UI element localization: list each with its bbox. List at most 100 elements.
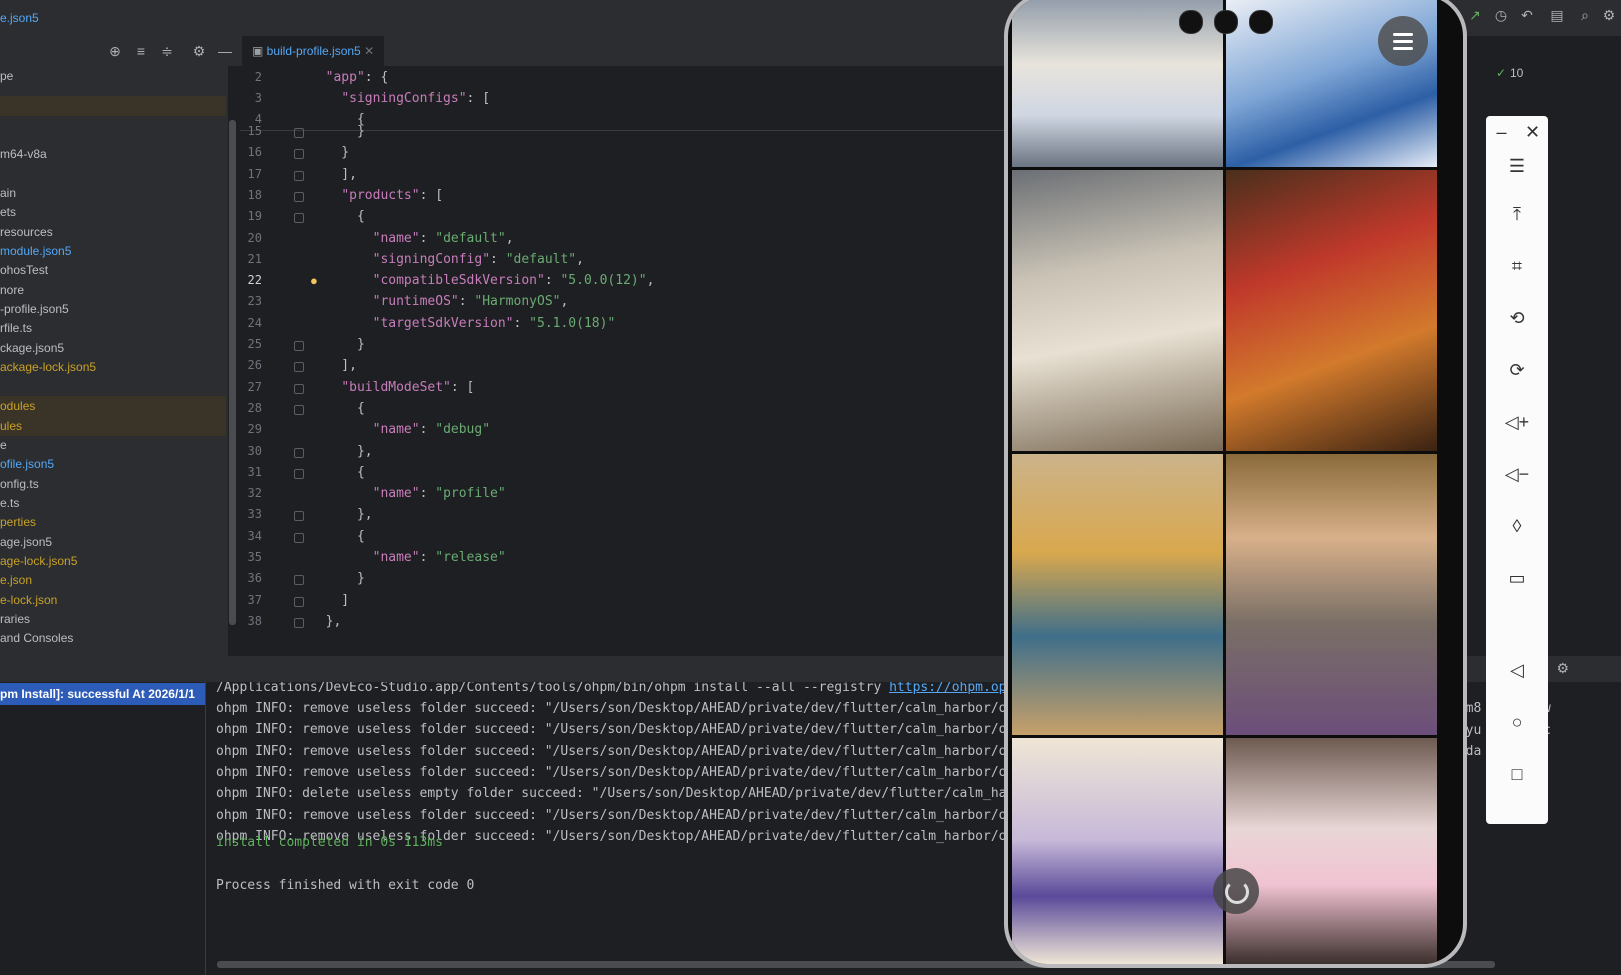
tree-item[interactable]: ets bbox=[0, 202, 16, 222]
tree-item[interactable]: raries bbox=[0, 609, 30, 629]
code-line: } bbox=[310, 145, 350, 161]
vcs-push-icon[interactable]: ↗ bbox=[1466, 6, 1484, 24]
photo-golden-crown[interactable] bbox=[1012, 454, 1223, 735]
line-number: 29 bbox=[247, 422, 262, 437]
fold-marker-icon[interactable] bbox=[294, 532, 304, 543]
code-line: "compatibleSdkVersion": "5.0.0(12)", bbox=[372, 273, 655, 289]
collapse-all-icon[interactable]: ≑ bbox=[158, 42, 176, 60]
rollback-icon[interactable]: ↶ bbox=[1518, 6, 1536, 24]
gear-icon[interactable]: ⚙ bbox=[190, 42, 208, 60]
tree-item[interactable]: age-lock.json5 bbox=[0, 551, 77, 571]
lightbulb-icon[interactable]: ● bbox=[310, 274, 322, 288]
settings-icon[interactable]: ⚙ bbox=[1600, 6, 1618, 24]
code-editor[interactable]: 2 "app": {3 "signingConfigs": [4 { 15 } 1… bbox=[240, 66, 1005, 656]
volume-down-icon[interactable]: ◁− bbox=[1486, 462, 1548, 486]
tree-item[interactable]: and Consoles bbox=[0, 628, 73, 648]
photo-fur-collar[interactable] bbox=[1226, 454, 1437, 735]
project-tree: pe m64-v8a ain ets resources module.json5 ohos… bbox=[0, 66, 228, 656]
rotate-right-icon[interactable]: ⟳ bbox=[1486, 358, 1548, 382]
close-icon[interactable]: ✕ bbox=[1517, 120, 1548, 144]
tree-item[interactable]: ofile.json5 bbox=[0, 454, 54, 474]
fold-marker-icon[interactable] bbox=[294, 383, 304, 394]
volume-up-icon[interactable]: ◁+ bbox=[1486, 410, 1548, 434]
run-entry-selected[interactable]: pm Install]: successful At 2026/1/1 bbox=[0, 683, 205, 705]
tree-item[interactable]: ules bbox=[0, 416, 226, 436]
tree-item[interactable]: e bbox=[0, 435, 7, 455]
tree-item[interactable]: ain bbox=[0, 183, 16, 203]
fold-marker-icon[interactable] bbox=[294, 575, 304, 586]
tree-item[interactable]: ckage.json5 bbox=[0, 338, 64, 358]
tree-item[interactable]: e.json bbox=[0, 570, 32, 590]
console-line: ohpm INFO: remove useless folder succeed… bbox=[216, 701, 1007, 716]
registry-link[interactable]: https://ohpm.op bbox=[889, 682, 1006, 695]
line-number: 24 bbox=[247, 315, 262, 330]
fold-marker-icon[interactable] bbox=[294, 149, 304, 160]
fold-marker-icon[interactable] bbox=[294, 447, 304, 458]
tree-item[interactable]: ohosTest bbox=[0, 260, 48, 280]
history-icon[interactable]: ◷ bbox=[1492, 6, 1510, 24]
tree-item[interactable]: e.ts bbox=[0, 493, 19, 513]
tab-build-profile[interactable]: ▣ build-profile.json5 ✕ bbox=[242, 36, 385, 68]
fold-marker-icon[interactable] bbox=[294, 170, 304, 181]
fold-marker-icon[interactable] bbox=[294, 404, 304, 415]
locate-icon[interactable]: ⊕ bbox=[106, 42, 124, 60]
hide-icon[interactable]: — bbox=[216, 42, 234, 60]
line-number: 31 bbox=[247, 464, 262, 479]
tree-item[interactable]: age.json5 bbox=[0, 532, 52, 552]
tree-item[interactable]: -profile.json5 bbox=[0, 299, 69, 319]
expand-all-icon[interactable]: ≡ bbox=[132, 42, 150, 60]
project-scrollbar[interactable] bbox=[229, 120, 236, 625]
shake-icon[interactable]: ◊ bbox=[1486, 514, 1548, 538]
tree-item[interactable]: e-lock.json bbox=[0, 590, 57, 610]
gear-icon[interactable]: ⚙ bbox=[1556, 660, 1569, 677]
code-line: "name": "debug" bbox=[372, 422, 491, 438]
search-icon[interactable]: ⌕ bbox=[1576, 6, 1594, 24]
photo-costume-chart[interactable] bbox=[1012, 738, 1223, 964]
overview-icon[interactable]: □ bbox=[1486, 762, 1548, 786]
fold-marker-icon[interactable] bbox=[294, 617, 304, 628]
home-icon[interactable]: ○ bbox=[1486, 710, 1548, 734]
fold-marker-icon[interactable] bbox=[294, 362, 304, 373]
menu-button[interactable] bbox=[1378, 16, 1428, 66]
tree-item[interactable]: rfile.ts bbox=[0, 318, 32, 338]
code-line: "name": "profile" bbox=[372, 486, 506, 502]
editor-tabs: ▣ build-profile.json5 ✕ bbox=[240, 36, 1005, 68]
fold-marker-icon[interactable] bbox=[294, 341, 304, 351]
menu-icon[interactable]: ☰ bbox=[1486, 154, 1548, 178]
fold-marker-icon[interactable] bbox=[294, 191, 304, 202]
tree-item[interactable]: m64-v8a bbox=[0, 144, 47, 164]
pin-top-icon[interactable]: ⤒ bbox=[1486, 202, 1548, 226]
close-icon[interactable]: ✕ bbox=[361, 44, 374, 58]
code-line: }, bbox=[310, 613, 342, 629]
screenshot-icon[interactable]: ⌗ bbox=[1486, 254, 1548, 278]
loading-spinner-icon bbox=[1213, 868, 1259, 914]
tree-item[interactable]: onfig.ts bbox=[0, 474, 39, 494]
tree-item[interactable]: nore bbox=[0, 280, 24, 300]
project-structure-icon[interactable]: ▤ bbox=[1548, 6, 1566, 24]
photo-seated-white[interactable] bbox=[1012, 170, 1223, 451]
code-line: }, bbox=[310, 507, 373, 523]
line-number: 16 bbox=[247, 145, 262, 160]
inspection-ok-icon[interactable]: ✓ bbox=[1496, 66, 1506, 80]
console-line: ohpm INFO: remove useless folder succeed… bbox=[216, 743, 1007, 759]
tree-item[interactable]: resources bbox=[0, 222, 53, 242]
rotate-left-icon[interactable]: ⟲ bbox=[1486, 306, 1548, 330]
minimize-icon[interactable]: – bbox=[1486, 120, 1517, 144]
fold-marker-icon[interactable] bbox=[294, 511, 304, 522]
tree-item[interactable]: module.json5 bbox=[0, 241, 71, 261]
tree-item[interactable] bbox=[0, 96, 226, 116]
photo-pink-hanfu[interactable] bbox=[1226, 738, 1437, 964]
back-icon[interactable]: ◁ bbox=[1486, 658, 1548, 682]
fold-marker-icon[interactable] bbox=[294, 128, 304, 138]
fold-marker-icon[interactable] bbox=[294, 213, 304, 224]
fold-marker-icon[interactable] bbox=[294, 596, 304, 607]
tree-item[interactable]: pe bbox=[0, 66, 13, 86]
phone-emulator[interactable] bbox=[1004, 0, 1467, 968]
photo-red-dress[interactable] bbox=[1226, 170, 1437, 451]
fold-icon[interactable]: ▭ bbox=[1486, 566, 1548, 590]
code-line: { bbox=[310, 528, 365, 544]
tree-item[interactable]: ackage-lock.json5 bbox=[0, 357, 96, 377]
fold-marker-icon[interactable] bbox=[294, 468, 304, 479]
tree-item[interactable]: odules bbox=[0, 396, 226, 416]
tree-item[interactable]: perties bbox=[0, 512, 36, 532]
